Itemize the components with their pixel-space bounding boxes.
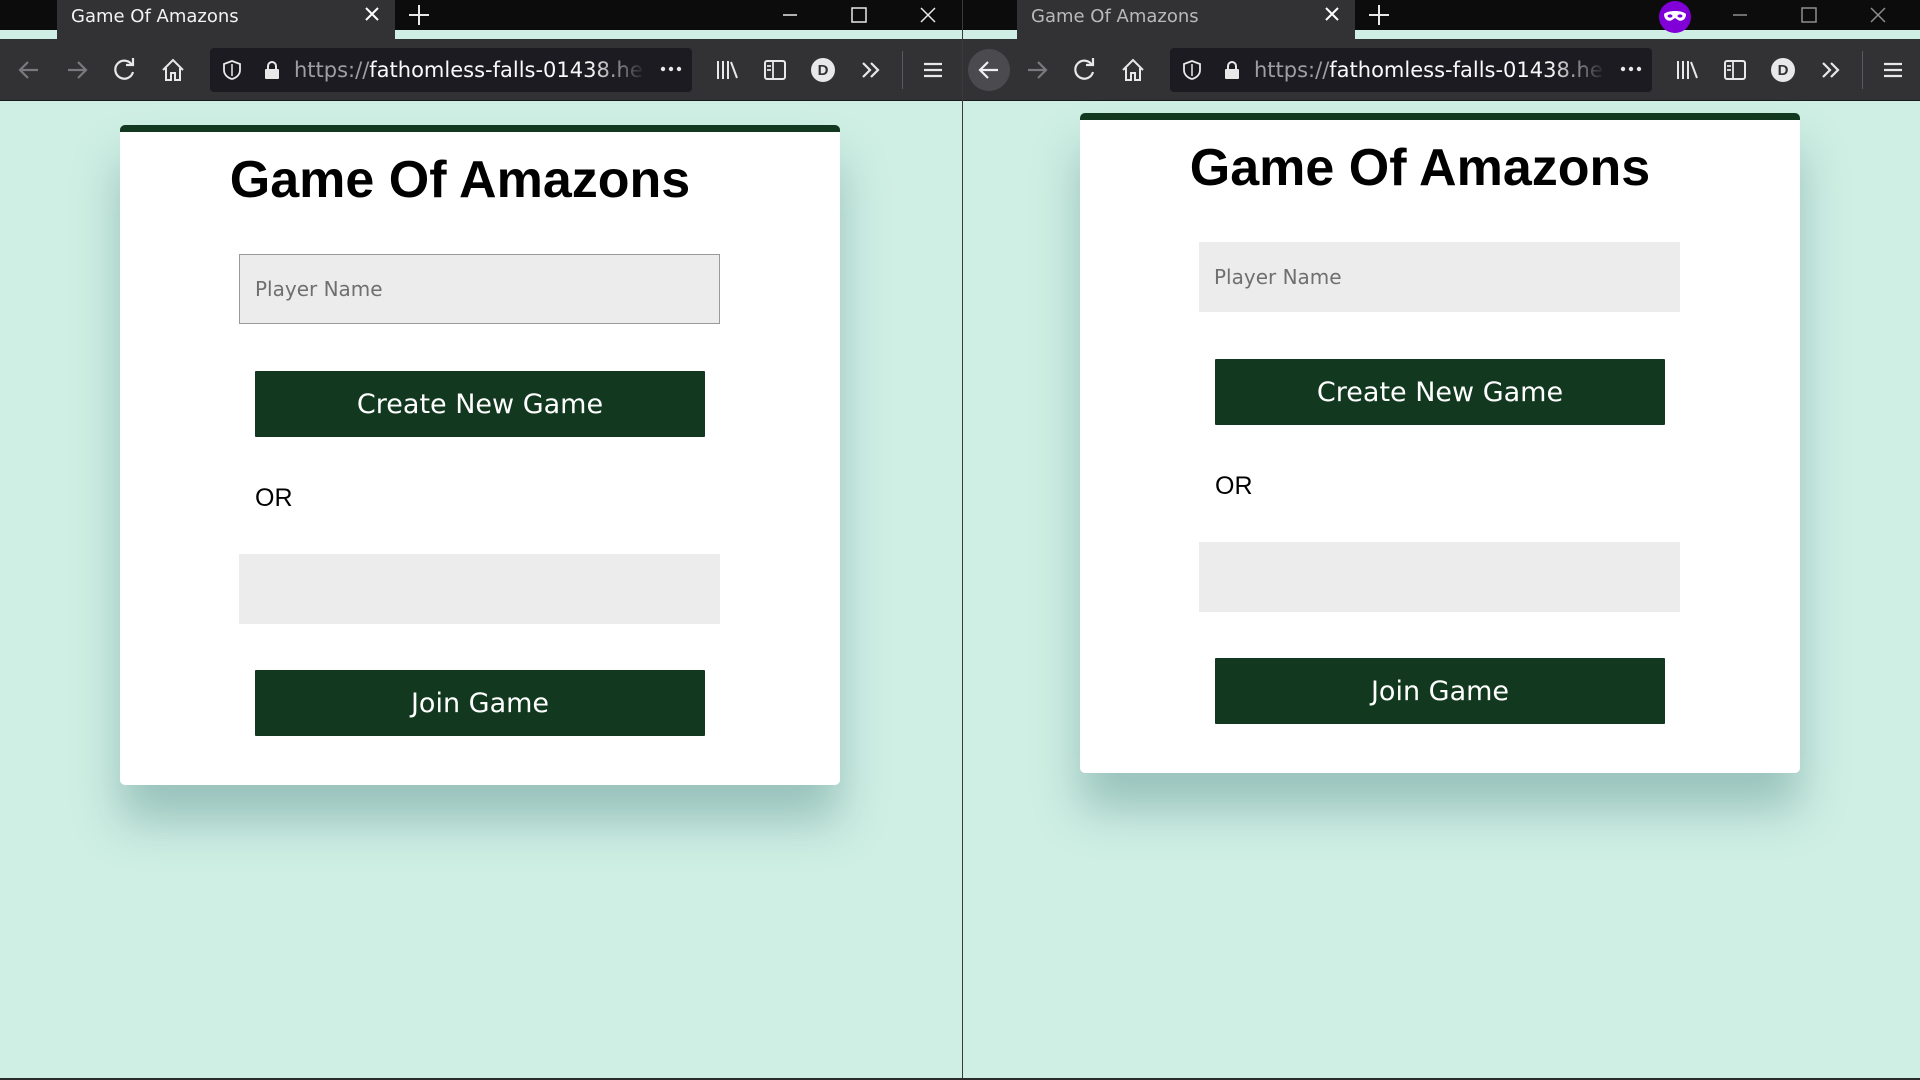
- window-divider: [962, 0, 963, 1080]
- hamburger-menu-icon: [924, 62, 942, 78]
- new-tab-plus-icon[interactable]: [406, 2, 432, 28]
- chevrons-right-icon: [862, 62, 880, 78]
- sidebar-button[interactable]: [754, 49, 796, 91]
- game-card: Game Of Amazons Create New Game OR Join …: [1080, 113, 1800, 773]
- page-actions-dots-icon[interactable]: [1618, 56, 1644, 82]
- home-button[interactable]: [152, 49, 194, 91]
- sidebar-icon: [1724, 60, 1746, 80]
- reload-button[interactable]: [104, 49, 146, 91]
- nav-toolbar: https://fathomless-falls-01438.herokuapp…: [960, 39, 1920, 101]
- url-bar[interactable]: https://fathomless-falls-01438.herokuapp…: [210, 48, 692, 92]
- sidebar-button[interactable]: [1714, 49, 1756, 91]
- game-code-input[interactable]: [1199, 542, 1680, 612]
- page-title: Game Of Amazons: [1189, 139, 1651, 197]
- page-content: Game Of Amazons Create New Game OR Join …: [0, 101, 960, 1080]
- page-title: Game Of Amazons: [229, 151, 691, 209]
- new-tab-plus-icon[interactable]: [1366, 2, 1392, 28]
- url-fade: [590, 48, 660, 92]
- account-button[interactable]: D: [802, 49, 844, 91]
- or-label: OR: [1215, 472, 1253, 500]
- create-new-game-button[interactable]: Create New Game: [1215, 359, 1665, 425]
- shield-icon[interactable]: [220, 58, 244, 82]
- private-browsing-mask-icon: [1659, 1, 1691, 33]
- back-button[interactable]: [968, 49, 1010, 91]
- home-icon: [162, 58, 184, 81]
- account-avatar: D: [1771, 58, 1795, 82]
- maximize-icon[interactable]: [1796, 2, 1822, 28]
- close-tab-icon[interactable]: [361, 3, 383, 25]
- maximize-icon[interactable]: [846, 2, 872, 28]
- url-bar[interactable]: https://fathomless-falls-01438.herokuapp…: [1170, 48, 1652, 92]
- library-icon: [1677, 61, 1698, 79]
- forward-button[interactable]: [1016, 49, 1058, 91]
- back-arrow-icon: [978, 61, 998, 79]
- game-card: Game Of Amazons Create New Game OR Join …: [120, 125, 840, 785]
- lock-icon[interactable]: [260, 58, 284, 82]
- library-icon: [717, 61, 738, 79]
- minimize-icon[interactable]: [777, 2, 803, 28]
- desktop: Game Of Amazons https://fathomless-falls…: [0, 0, 1920, 1080]
- url-fade: [1550, 48, 1620, 92]
- forward-button[interactable]: [56, 49, 98, 91]
- player-name-input[interactable]: [1199, 242, 1680, 312]
- hamburger-menu-icon: [1884, 62, 1902, 78]
- url-scheme: https://: [294, 58, 370, 82]
- reload-button[interactable]: [1064, 49, 1106, 91]
- or-label: OR: [255, 484, 293, 512]
- minimize-icon[interactable]: [1727, 2, 1753, 28]
- menu-button[interactable]: [1872, 49, 1914, 91]
- forward-arrow-icon: [1028, 61, 1048, 79]
- back-button[interactable]: [8, 49, 50, 91]
- close-window-icon[interactable]: [1865, 2, 1891, 28]
- shield-icon[interactable]: [1180, 58, 1204, 82]
- tab-title: Game Of Amazons: [71, 6, 239, 27]
- library-button[interactable]: [706, 49, 748, 91]
- browser-window-right: Game Of Amazons https://fathomless-falls…: [960, 0, 1920, 1080]
- home-button[interactable]: [1112, 49, 1154, 91]
- back-arrow-icon: [18, 61, 38, 79]
- overflow-button[interactable]: [1810, 49, 1852, 91]
- account-avatar: D: [811, 58, 835, 82]
- toolbar-separator: [902, 51, 903, 89]
- close-tab-icon[interactable]: [1321, 3, 1343, 25]
- tab-strip: Game Of Amazons: [0, 0, 960, 39]
- home-icon: [1122, 58, 1144, 81]
- lock-icon[interactable]: [1220, 58, 1244, 82]
- forward-arrow-icon: [68, 61, 88, 79]
- player-name-input[interactable]: [239, 254, 720, 324]
- toolbar-separator: [1862, 51, 1863, 89]
- sidebar-icon: [764, 60, 786, 80]
- close-window-icon[interactable]: [915, 2, 941, 28]
- create-new-game-button[interactable]: Create New Game: [255, 371, 705, 437]
- tab-active[interactable]: Game Of Amazons: [57, 0, 395, 39]
- chevrons-right-icon: [1822, 62, 1840, 78]
- overflow-button[interactable]: [850, 49, 892, 91]
- account-button[interactable]: D: [1762, 49, 1804, 91]
- nav-toolbar: https://fathomless-falls-01438.herokuapp…: [0, 39, 960, 101]
- game-code-input[interactable]: [239, 554, 720, 624]
- page-content: Game Of Amazons Create New Game OR Join …: [960, 101, 1920, 1080]
- url-scheme: https://: [1254, 58, 1330, 82]
- library-button[interactable]: [1666, 49, 1708, 91]
- menu-button[interactable]: [912, 49, 954, 91]
- tab-active[interactable]: Game Of Amazons: [1017, 0, 1355, 39]
- browser-window-left: Game Of Amazons https://fathomless-falls…: [0, 0, 960, 1080]
- join-game-button[interactable]: Join Game: [255, 670, 705, 736]
- reload-icon: [114, 58, 135, 80]
- page-actions-dots-icon[interactable]: [658, 56, 684, 82]
- tab-strip: Game Of Amazons: [960, 0, 1920, 39]
- reload-icon: [1074, 58, 1095, 80]
- tab-title: Game Of Amazons: [1031, 6, 1199, 27]
- join-game-button[interactable]: Join Game: [1215, 658, 1665, 724]
